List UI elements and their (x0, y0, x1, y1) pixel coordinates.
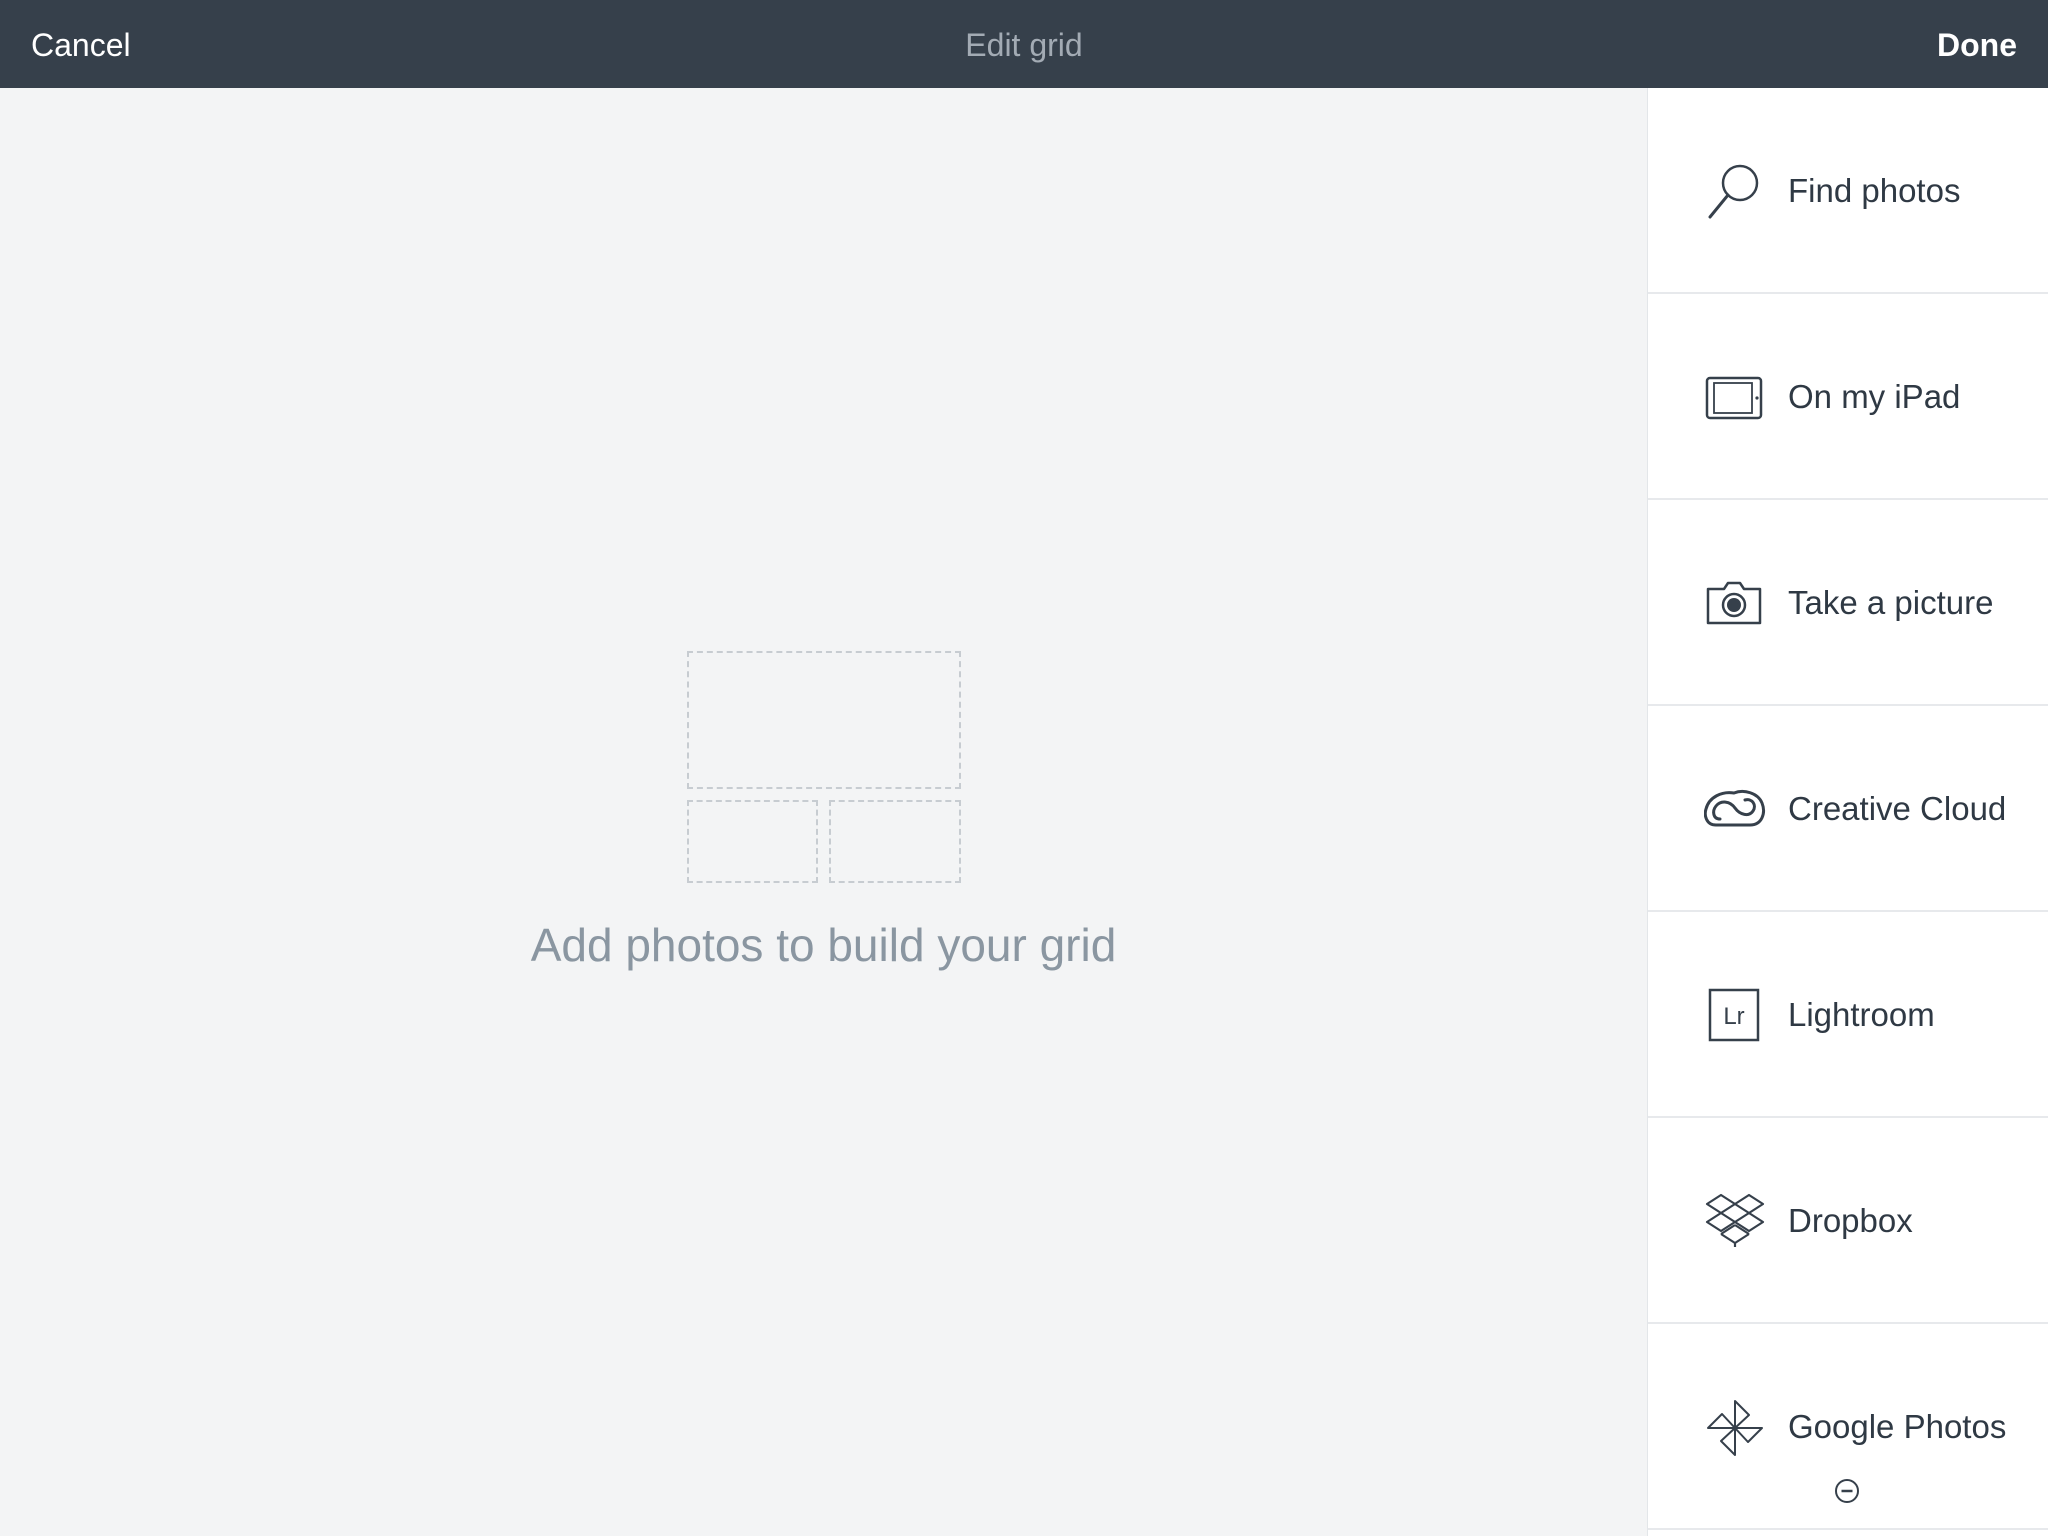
grid-placeholder-cell-top (687, 651, 961, 789)
minus-circle-icon[interactable] (1834, 1478, 1860, 1504)
ipad-icon (1704, 367, 1764, 427)
source-item-label: Lightroom (1788, 996, 1935, 1033)
lightroom-icon: Lr (1704, 985, 1764, 1045)
grid-placeholder-cell-bottom-left (687, 800, 818, 883)
grid-placeholder-cell-bottom-right (829, 800, 961, 883)
source-item-label: Find photos (1788, 172, 1961, 209)
source-item-on-my-ipad[interactable]: On my iPad (1648, 294, 2048, 500)
empty-state-hint: Add photos to build your grid (530, 919, 1117, 971)
cancel-button[interactable]: Cancel (31, 0, 131, 88)
dropbox-icon (1704, 1191, 1765, 1251)
done-button[interactable]: Done (1937, 0, 2017, 88)
source-item-creative-cloud[interactable]: Creative Cloud (1648, 706, 2048, 912)
camera-icon (1704, 573, 1764, 633)
source-item-lightroom[interactable]: Lr Lightroom (1648, 912, 2048, 1118)
source-item-dropbox[interactable]: Dropbox (1648, 1118, 2048, 1324)
source-item-take-a-picture[interactable]: Take a picture (1648, 500, 2048, 706)
source-item-label: On my iPad (1788, 378, 1961, 415)
source-item-label: Take a picture (1788, 584, 1994, 621)
svg-text:Lr: Lr (1723, 1003, 1744, 1030)
source-item-label: Creative Cloud (1788, 790, 2007, 827)
top-bar: Edit grid Cancel Done (0, 0, 2048, 88)
search-icon (1704, 161, 1764, 221)
google-photos-icon (1704, 1397, 1764, 1457)
page-title: Edit grid (965, 27, 1083, 63)
source-item-find-photos[interactable]: Find photos (1648, 88, 2048, 294)
grid-canvas: Add photos to build your grid (0, 88, 1647, 1536)
source-item-label: Dropbox (1788, 1202, 1913, 1239)
source-item-label: Google Photos (1788, 1408, 2007, 1445)
creative-cloud-icon (1703, 779, 1765, 839)
photo-source-sidebar: Find photos On my iPad Take a picture Cr… (1647, 88, 2048, 1536)
